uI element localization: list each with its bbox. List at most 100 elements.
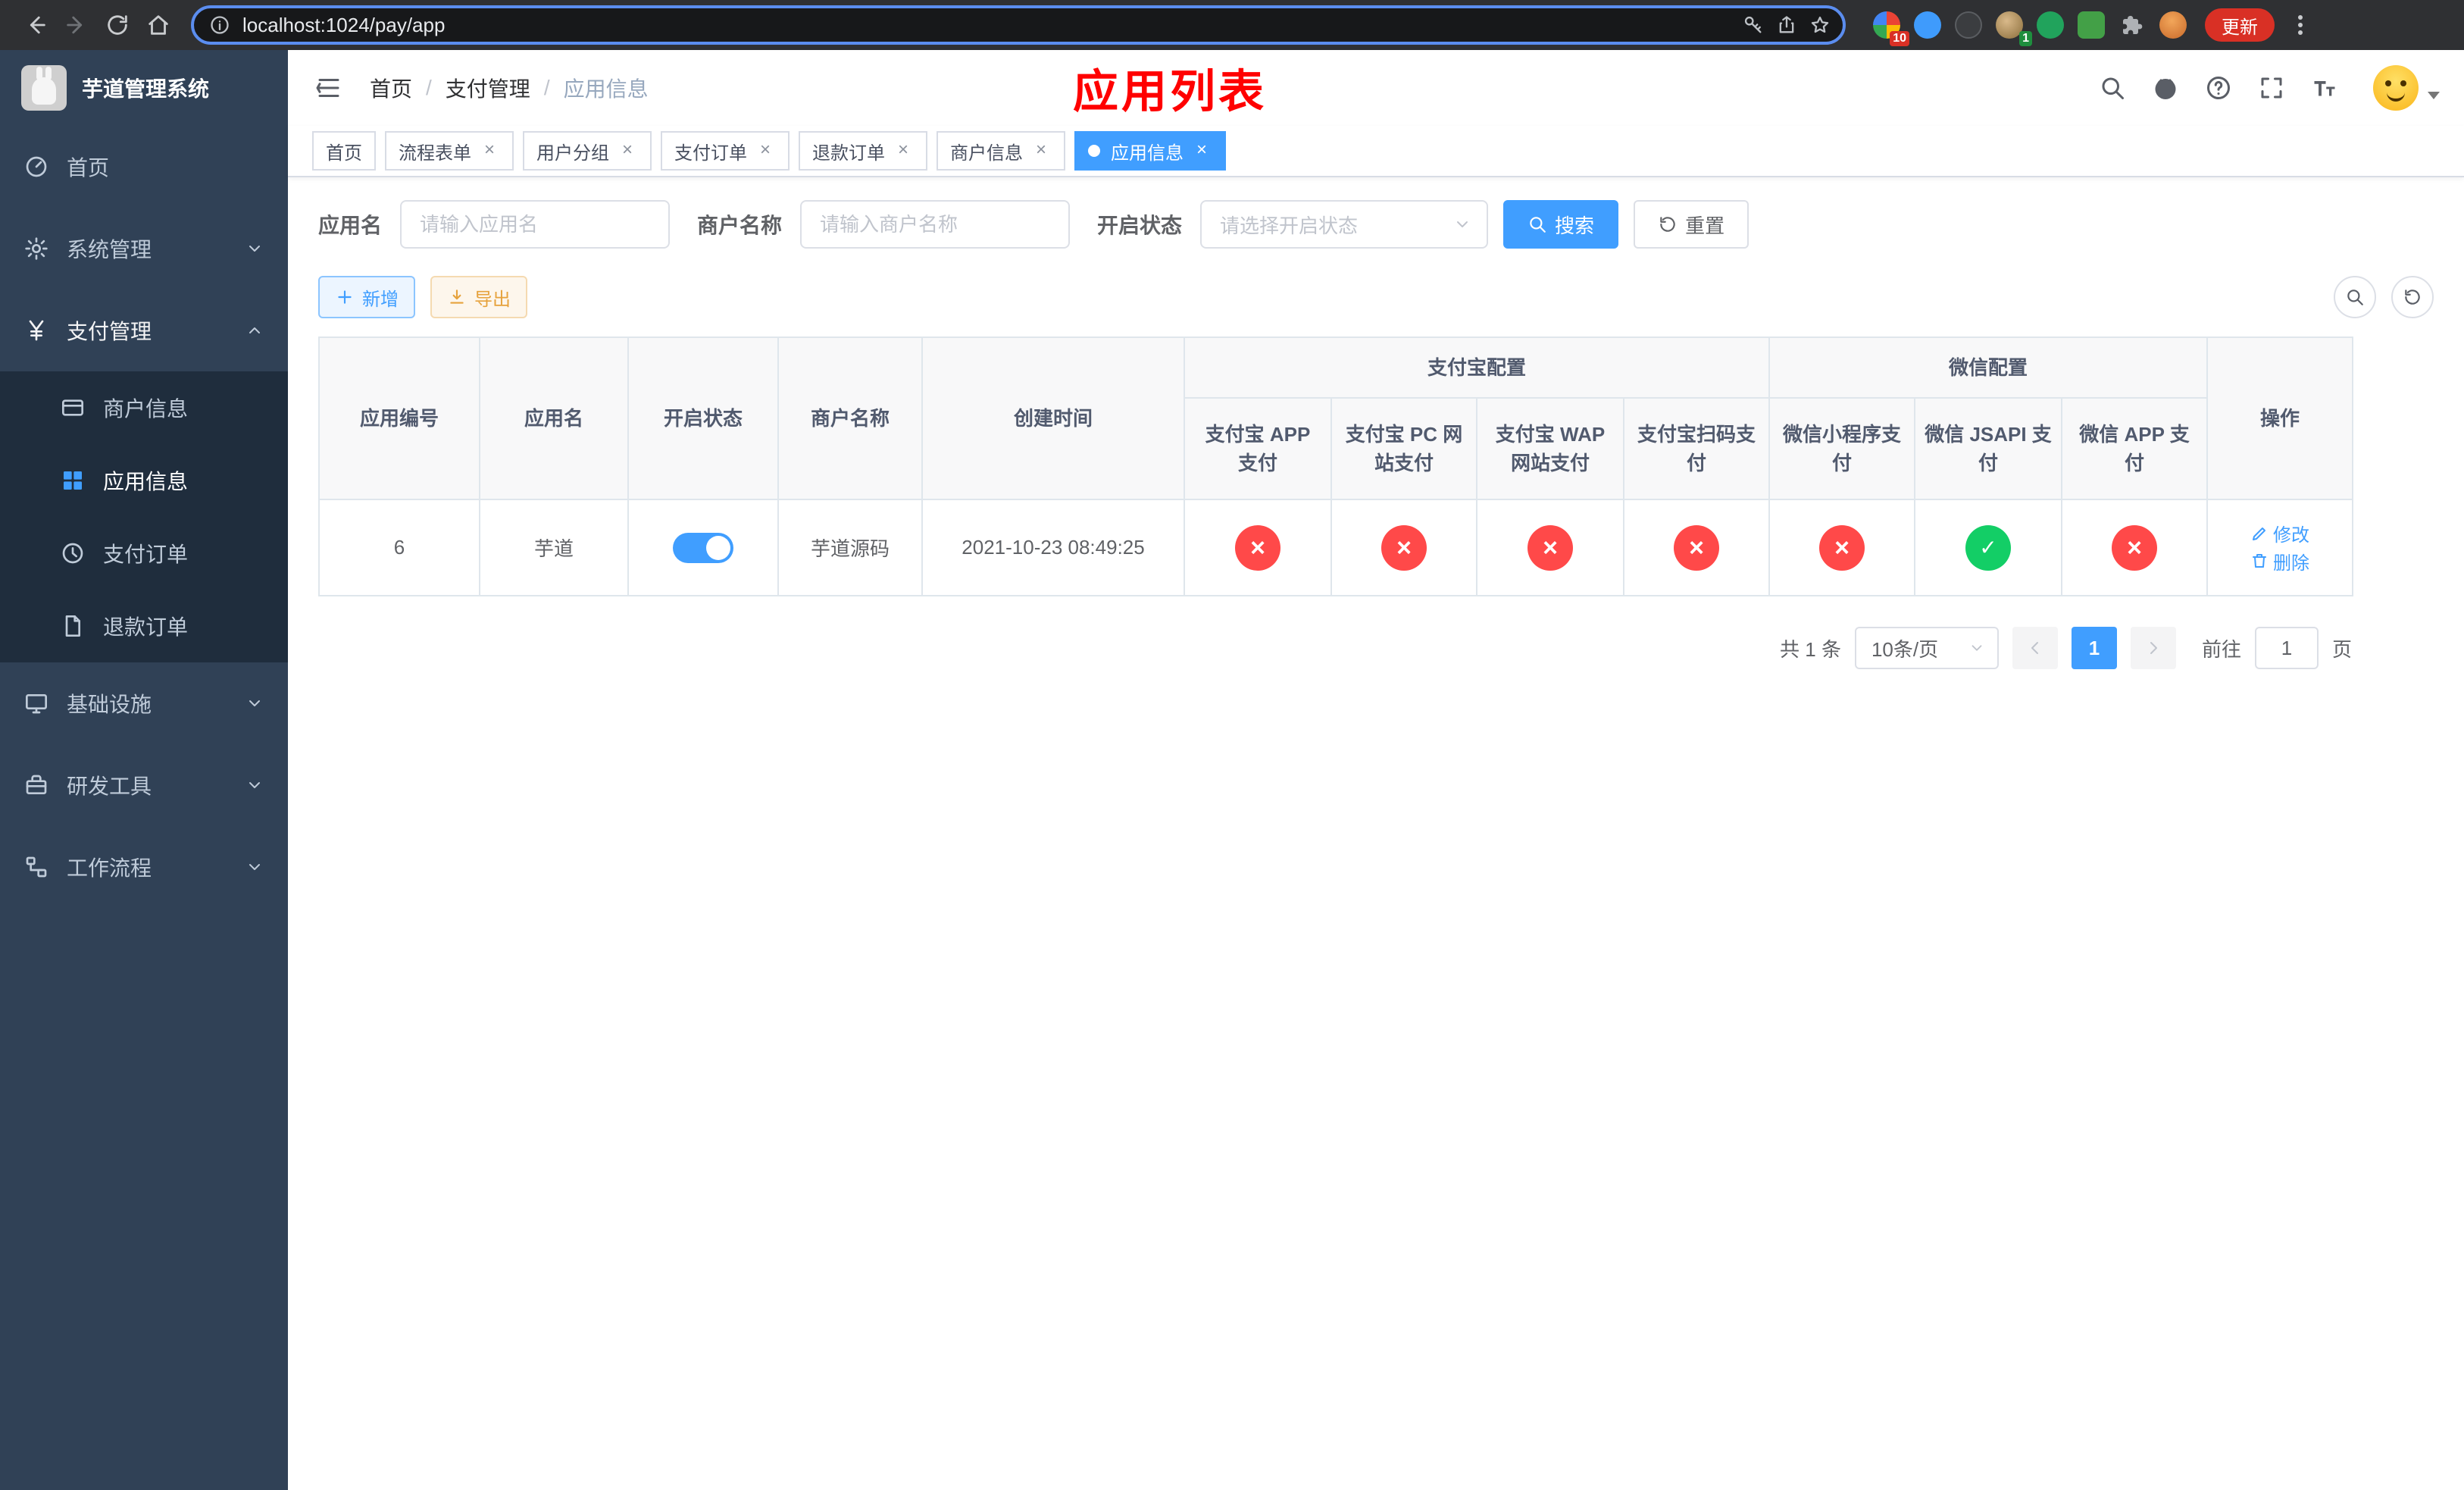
extension-grid-icon[interactable]: 10 bbox=[1873, 11, 1909, 46]
search-icon bbox=[2347, 290, 2363, 305]
search-form: 应用名 商户名称 开启状态 请选择开启状态 搜索 bbox=[318, 200, 2434, 249]
sidebar-item-pay-order[interactable]: 支付订单 bbox=[0, 517, 288, 590]
tab-process-form[interactable]: 流程表单 × bbox=[385, 131, 514, 171]
tab-home[interactable]: 首页 bbox=[312, 131, 376, 171]
close-icon[interactable]: × bbox=[1191, 140, 1212, 161]
site-info-icon[interactable] bbox=[209, 14, 230, 36]
prev-page-button[interactable] bbox=[2012, 627, 2058, 669]
sidebar-item-workflow[interactable]: 工作流程 bbox=[0, 826, 288, 908]
sidebar-item-label: 首页 bbox=[67, 156, 110, 180]
sidebar-item-merchant-info[interactable]: 商户信息 bbox=[0, 371, 288, 444]
breadcrumb-home[interactable]: 首页 bbox=[370, 73, 412, 103]
trash-icon bbox=[2253, 554, 2267, 568]
refresh-table-button[interactable] bbox=[2391, 276, 2434, 318]
delete-link[interactable]: 删除 bbox=[2250, 548, 2309, 574]
page-content: 应用名 商户名称 开启状态 请选择开启状态 搜索 bbox=[288, 177, 2464, 1490]
sidebar: 芋道管理系统 首页 系统管理 支付管理 商户信息 应用信息 支付订单 退款订单 … bbox=[0, 50, 288, 1490]
col-wechat-lite: 微信小程序支付 bbox=[1768, 397, 1916, 500]
col-app-id: 应用编号 bbox=[318, 337, 480, 500]
home-icon[interactable] bbox=[138, 5, 179, 45]
chevron-down-icon bbox=[1972, 645, 1982, 651]
sidebar-item-label: 支付管理 bbox=[67, 320, 152, 343]
close-icon[interactable]: × bbox=[1030, 140, 1052, 161]
goto-page-input[interactable] bbox=[2254, 627, 2319, 669]
font-size-icon[interactable] bbox=[2311, 74, 2338, 102]
github-icon[interactable] bbox=[2152, 74, 2179, 102]
merchant-name-input[interactable] bbox=[800, 200, 1071, 249]
brand-logo bbox=[21, 65, 67, 111]
sidebar-item-payment[interactable]: 支付管理 bbox=[0, 290, 288, 371]
sidebar-item-dev-tools[interactable]: 研发工具 bbox=[0, 744, 288, 826]
alipay-qr-status-icon bbox=[1674, 524, 1719, 571]
merchant-name-label: 商户名称 bbox=[697, 214, 783, 237]
search-button[interactable]: 搜索 bbox=[1503, 200, 1619, 249]
sidebar-item-infra[interactable]: 基础设施 bbox=[0, 662, 288, 744]
extension-badge: 1 bbox=[2019, 31, 2032, 46]
url-text[interactable]: localhost:1024/pay/app bbox=[242, 14, 1731, 37]
pencil-icon bbox=[2253, 527, 2266, 540]
profile-avatar-icon[interactable] bbox=[2159, 11, 2187, 39]
toggle-search-button[interactable] bbox=[2334, 276, 2376, 318]
alipay-app-status-icon bbox=[1235, 524, 1280, 571]
cell-merchant-name: 芋道源码 bbox=[777, 499, 923, 596]
tab-refund-order[interactable]: 退款订单 × bbox=[799, 131, 927, 171]
forward-icon[interactable] bbox=[56, 5, 97, 45]
fullscreen-icon[interactable] bbox=[2258, 74, 2285, 102]
goto-label: 前往 bbox=[2201, 637, 2241, 661]
col-app-name: 应用名 bbox=[479, 337, 629, 500]
extension-dark-icon[interactable] bbox=[1955, 11, 1982, 39]
tab-pay-order[interactable]: 支付订单 × bbox=[661, 131, 790, 171]
share-icon[interactable] bbox=[1776, 14, 1797, 36]
close-icon[interactable]: × bbox=[479, 140, 500, 161]
back-icon[interactable] bbox=[15, 5, 56, 45]
address-bar[interactable]: localhost:1024/pay/app bbox=[191, 5, 1846, 45]
reset-button[interactable]: 重置 bbox=[1634, 200, 1750, 249]
page-number-button[interactable]: 1 bbox=[2071, 627, 2117, 669]
col-alipay-app: 支付宝 APP 支付 bbox=[1184, 397, 1332, 500]
breadcrumb: 首页 / 支付管理 / 应用信息 bbox=[370, 73, 649, 103]
sidebar-item-refund-order[interactable]: 退款订单 bbox=[0, 590, 288, 662]
next-page-button[interactable] bbox=[2130, 627, 2176, 669]
brand: 芋道管理系统 bbox=[0, 50, 288, 126]
reload-icon[interactable] bbox=[97, 5, 138, 45]
tab-merchant-info[interactable]: 商户信息 × bbox=[937, 131, 1065, 171]
sidebar-toggle-icon[interactable] bbox=[312, 71, 346, 105]
extension-drop-icon[interactable] bbox=[1914, 11, 1941, 39]
extension-chat-icon[interactable] bbox=[2078, 11, 2105, 39]
status-select[interactable]: 请选择开启状态 bbox=[1200, 200, 1489, 249]
status-toggle[interactable] bbox=[673, 532, 733, 563]
extension-green-circle-icon[interactable] bbox=[2037, 11, 2064, 39]
help-icon[interactable] bbox=[2205, 74, 2232, 102]
close-icon[interactable]: × bbox=[617, 140, 638, 161]
password-key-icon[interactable] bbox=[1743, 14, 1764, 36]
sidebar-item-app-info[interactable]: 应用信息 bbox=[0, 444, 288, 517]
apps-table: 应用编号 应用名 开启状态 商户名称 创建时间 支付宝配置 微信配置 操作 支付… bbox=[318, 337, 2354, 596]
export-button[interactable]: 导出 bbox=[430, 276, 527, 318]
user-menu[interactable] bbox=[2373, 65, 2440, 111]
edit-link[interactable]: 修改 bbox=[2250, 520, 2309, 546]
close-icon[interactable]: × bbox=[755, 140, 776, 161]
page-size-select[interactable]: 10条/页 bbox=[1854, 627, 1999, 669]
sidebar-item-label: 支付订单 bbox=[103, 543, 189, 566]
extensions-puzzle-icon[interactable] bbox=[2118, 11, 2146, 39]
browser-update-button[interactable]: 更新 bbox=[2205, 8, 2275, 42]
add-button[interactable]: 新增 bbox=[318, 276, 415, 318]
search-icon[interactable] bbox=[2099, 74, 2126, 102]
sidebar-item-system[interactable]: 系统管理 bbox=[0, 208, 288, 290]
close-icon[interactable]: × bbox=[893, 140, 914, 161]
extension-avatar-icon[interactable]: 1 bbox=[1996, 11, 2032, 46]
tab-app-info[interactable]: 应用信息 × bbox=[1074, 131, 1226, 171]
tab-user-group[interactable]: 用户分组 × bbox=[523, 131, 652, 171]
sidebar-item-label: 应用信息 bbox=[103, 470, 189, 493]
yen-icon bbox=[29, 320, 44, 341]
breadcrumb-payment[interactable]: 支付管理 bbox=[446, 73, 530, 103]
sidebar-item-label: 商户信息 bbox=[103, 397, 189, 421]
cell-app-name: 芋道 bbox=[479, 499, 629, 596]
avatar[interactable] bbox=[2373, 65, 2419, 111]
bookmark-star-icon[interactable] bbox=[1809, 14, 1831, 36]
sidebar-item-home[interactable]: 首页 bbox=[0, 126, 288, 208]
sidebar-item-label: 系统管理 bbox=[67, 238, 152, 261]
grid-icon bbox=[64, 471, 82, 490]
app-name-input[interactable] bbox=[400, 200, 671, 249]
browser-menu-icon[interactable] bbox=[2287, 8, 2314, 42]
